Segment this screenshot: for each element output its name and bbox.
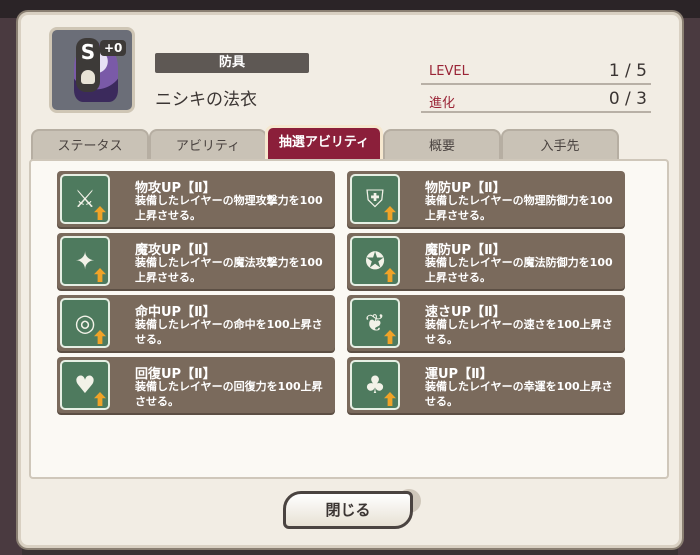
evolution-row: 進化 0 / 3 — [421, 89, 651, 113]
ability-glyph: ⛨ — [366, 185, 384, 213]
category-tag: 防具 — [155, 53, 309, 73]
ability-card[interactable]: ♣ 運UP【Ⅱ】 装備したレイヤーの幸運を100上昇させる。 — [347, 357, 625, 413]
ability-glyph: ♥ — [74, 371, 96, 399]
wing-up-icon: ❦ — [350, 298, 400, 348]
ability-panel: ⚔ 物攻UP【Ⅱ】 装備したレイヤーの物理攻撃力を100上昇させる。 ⛨ 物防U… — [29, 159, 669, 479]
evolution-label: 進化 — [429, 96, 456, 111]
shield-sword-up-icon: ⛨ — [350, 174, 400, 224]
level-row: LEVEL 1 / 5 — [421, 61, 651, 85]
tab-ability[interactable]: アビリティ — [149, 129, 267, 161]
ability-desc: 装備したレイヤーの回復力を100上昇させる。 — [135, 380, 323, 408]
item-detail-dialog: S +0 防具 ニシキの法衣 LEVEL 1 / 5 進化 0 / 3 ステータ… — [18, 12, 682, 548]
magic-shield-up-icon: ✪ — [350, 236, 400, 286]
tab-source[interactable]: 入手先 — [501, 129, 619, 161]
rank-letter: S — [80, 40, 96, 64]
target-up-icon: ◎ — [60, 298, 110, 348]
ability-desc: 装備したレイヤーの魔法防御力を100上昇させる。 — [425, 256, 613, 284]
ability-card[interactable]: ✪ 魔防UP【Ⅱ】 装備したレイヤーの魔法防御力を100上昇させる。 — [347, 233, 625, 289]
ability-desc: 装備したレイヤーの物理防御力を100上昇させる。 — [425, 194, 613, 222]
plus-value: +0 — [104, 41, 123, 55]
ability-card[interactable]: ♥ 回復UP【Ⅱ】 装備したレイヤーの回復力を100上昇させる。 — [57, 357, 335, 413]
ability-desc: 装備したレイヤーの魔法攻撃力を100上昇させる。 — [135, 256, 323, 284]
clover-up-icon: ♣ — [350, 360, 400, 410]
ability-desc: 装備したレイヤーの物理攻撃力を100上昇させる。 — [135, 194, 323, 222]
ability-card[interactable]: ✦ 魔攻UP【Ⅱ】 装備したレイヤーの魔法攻撃力を100上昇させる。 — [57, 233, 335, 289]
level-value: 1 / 5 — [608, 61, 647, 81]
plus-badge: +0 — [100, 40, 127, 56]
ability-desc: 装備したレイヤーの幸運を100上昇させる。 — [425, 380, 613, 408]
ability-desc: 装備したレイヤーの命中を100上昇させる。 — [135, 318, 323, 346]
sword-up-icon: ⚔ — [60, 174, 110, 224]
item-name: ニシキの法衣 — [155, 90, 257, 110]
tab-overview[interactable]: 概要 — [383, 129, 501, 161]
close-button[interactable]: 閉じる — [283, 491, 413, 529]
item-thumbnail: S +0 — [49, 27, 135, 113]
ability-desc: 装備したレイヤーの速さを100上昇させる。 — [425, 318, 613, 346]
ability-glyph: ❦ — [364, 309, 386, 337]
ability-card[interactable]: ❦ 速さUP【Ⅱ】 装備したレイヤーの速さを100上昇させる。 — [347, 295, 625, 351]
evolution-value: 0 / 3 — [608, 89, 647, 109]
magic-staff-up-icon: ✦ — [60, 236, 110, 286]
level-label: LEVEL — [429, 64, 469, 79]
ability-glyph: ✪ — [364, 247, 386, 275]
tab-lottery-ability[interactable]: 抽選アビリティ — [265, 125, 383, 159]
bell-icon — [81, 70, 95, 84]
ability-card[interactable]: ⛨ 物防UP【Ⅱ】 装備したレイヤーの物理防御力を100上昇させる。 — [347, 171, 625, 227]
ability-glyph: ⚔ — [74, 185, 96, 213]
ability-glyph: ◎ — [74, 309, 96, 337]
ability-card[interactable]: ◎ 命中UP【Ⅱ】 装備したレイヤーの命中を100上昇させる。 — [57, 295, 335, 351]
heart-cross-up-icon: ♥ — [60, 360, 110, 410]
ability-glyph: ♣ — [364, 371, 386, 399]
rank-badge: S — [76, 38, 100, 92]
ability-card[interactable]: ⚔ 物攻UP【Ⅱ】 装備したレイヤーの物理攻撃力を100上昇させる。 — [57, 171, 335, 227]
tab-status[interactable]: ステータス — [31, 129, 149, 161]
ability-glyph: ✦ — [74, 247, 96, 275]
